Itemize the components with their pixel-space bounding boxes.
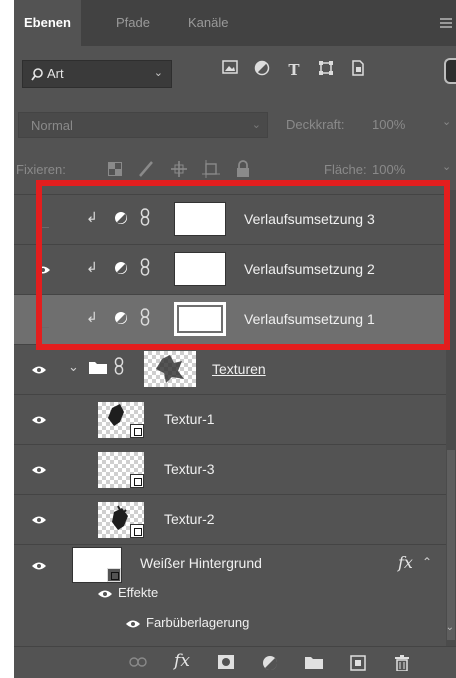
eye-icon[interactable] <box>98 589 112 599</box>
tab-ebenen[interactable]: Ebenen <box>14 0 81 46</box>
lock-label: Fixieren: <box>16 162 66 177</box>
panel-menu-icon[interactable] <box>440 18 452 30</box>
layer-row-textur-2[interactable]: Textur-2 <box>14 494 456 544</box>
layer-name[interactable]: Textur-2 <box>164 511 215 527</box>
blend-row: Normal ⌄ Deckkraft: 100% ⌄ <box>14 104 456 146</box>
group-name[interactable]: Texturen <box>212 361 266 377</box>
effect-color-overlay[interactable]: Farbüberlagerung <box>146 615 249 630</box>
group-mask-thumbnail[interactable] <box>144 351 196 387</box>
lock-pixels-icon[interactable] <box>138 160 154 178</box>
filter-type-select[interactable]: Art ⌄ <box>22 60 172 88</box>
link-layers-icon[interactable] <box>128 655 148 671</box>
fill-label: Fläche: <box>324 162 367 177</box>
chevron-up-icon[interactable]: ⌃ <box>422 555 432 569</box>
search-icon <box>31 68 43 81</box>
smart-object-filter-icon[interactable] <box>348 60 368 82</box>
layer-row-weisser-hintergrund[interactable]: Weißer Hintergrund fx ⌃ Effekte Farbüber… <box>14 544 456 646</box>
new-layer-icon[interactable] <box>348 655 368 675</box>
new-group-icon[interactable] <box>304 655 324 673</box>
layer-thumbnail[interactable] <box>98 502 144 538</box>
eye-icon[interactable] <box>126 619 140 629</box>
layer-row-textur-1[interactable]: Textur-1 <box>14 394 456 444</box>
filter-toggle[interactable] <box>444 58 456 84</box>
shape-filter-icon[interactable] <box>316 60 336 82</box>
chevron-down-icon: ⌄ <box>153 67 163 79</box>
chevron-down-icon: ⌄ <box>251 119 261 131</box>
panel-bottom-toolbar: fx <box>14 646 456 678</box>
texture-splash-icon <box>156 355 184 383</box>
eye-icon[interactable] <box>32 415 46 425</box>
layer-thumbnail[interactable] <box>72 547 122 583</box>
opacity-label: Deckkraft: <box>286 117 345 132</box>
smart-object-badge-icon <box>130 524 144 538</box>
eye-icon[interactable] <box>32 465 46 475</box>
add-layer-style-icon[interactable]: fx <box>172 653 192 670</box>
eye-icon[interactable] <box>32 365 46 375</box>
layer-row-textur-3[interactable]: Textur-3 <box>14 444 456 494</box>
layer-name[interactable]: Textur-3 <box>164 461 215 477</box>
chevron-down-icon[interactable]: ⌄ <box>68 359 79 375</box>
eye-icon[interactable] <box>32 515 46 525</box>
type-filter-icon[interactable]: T <box>284 60 304 80</box>
lock-position-icon[interactable] <box>170 160 188 178</box>
tab-pfade[interactable]: Pfade <box>106 0 160 46</box>
lock-artboard-icon[interactable] <box>202 160 220 178</box>
opacity-value[interactable]: 100% <box>372 117 405 132</box>
lock-all-icon[interactable] <box>236 160 250 178</box>
chevron-down-icon[interactable]: ⌄ <box>442 160 451 173</box>
layer-name[interactable]: Textur-1 <box>164 411 215 427</box>
scroll-down-arrow-icon[interactable]: ⌄ <box>446 622 454 633</box>
lock-transparent-icon[interactable] <box>108 162 122 176</box>
folder-icon <box>89 362 107 374</box>
scrollbar-thumb[interactable] <box>447 450 455 640</box>
filter-type-label: Art <box>47 66 64 81</box>
effects-label: Effekte <box>118 585 159 600</box>
blend-mode-label: Normal <box>31 118 73 133</box>
add-mask-icon[interactable] <box>216 655 236 673</box>
adjustment-filter-icon[interactable] <box>252 60 272 82</box>
eye-icon[interactable] <box>32 561 46 571</box>
image-filter-icon[interactable] <box>220 60 240 80</box>
new-adjustment-layer-icon[interactable] <box>260 655 280 675</box>
smart-object-badge-icon <box>107 568 121 582</box>
layer-thumbnail[interactable] <box>98 452 144 488</box>
chevron-down-icon[interactable]: ⌄ <box>442 115 451 128</box>
fill-value[interactable]: 100% <box>372 162 405 177</box>
delete-layer-icon[interactable] <box>392 655 412 675</box>
smart-object-badge-icon <box>130 424 144 438</box>
highlight-box <box>36 180 450 350</box>
panel-tab-bar: Ebenen Pfade Kanäle <box>14 0 456 46</box>
layer-thumbnail[interactable] <box>98 402 144 438</box>
layer-group-texturen[interactable]: ⌄ Texturen <box>14 344 456 394</box>
chain-link-icon[interactable] <box>114 357 124 375</box>
smart-object-badge-icon <box>130 474 144 488</box>
layer-name[interactable]: Weißer Hintergrund <box>140 555 262 571</box>
fx-badge[interactable]: fx <box>398 553 413 572</box>
blend-mode-select[interactable]: Normal ⌄ <box>18 112 268 138</box>
tab-kanaele[interactable]: Kanäle <box>178 0 238 46</box>
